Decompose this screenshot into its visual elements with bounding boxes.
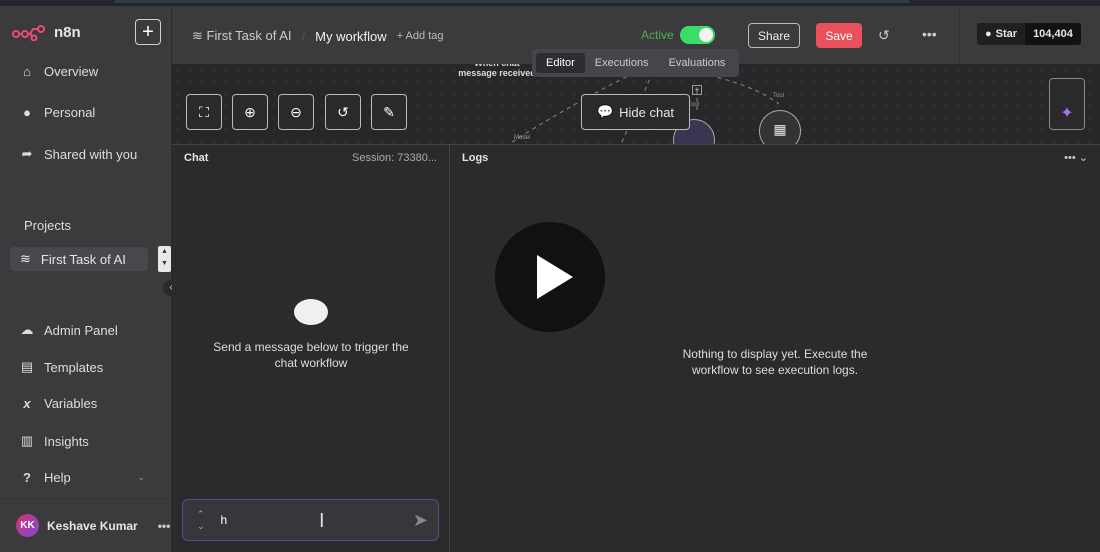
- video-play-icon[interactable]: [495, 222, 605, 332]
- logs-empty-message: Nothing to display yet. Execute the work…: [682, 347, 868, 377]
- sidebar-item-personal[interactable]: ● Personal: [20, 105, 95, 120]
- sidebar-item-templates[interactable]: ▤ Templates: [20, 359, 103, 375]
- create-button[interactable]: +: [135, 19, 161, 45]
- sidebar-item-label: Help: [44, 470, 71, 485]
- workflow-name[interactable]: My workflow: [315, 29, 387, 44]
- avatar: KK: [16, 514, 39, 537]
- more-options-icon[interactable]: •••: [922, 26, 937, 42]
- tool-label: Tool: [773, 93, 785, 99]
- project-link[interactable]: ≋ First Task of AI: [192, 28, 292, 44]
- project-name: First Task of AI: [206, 28, 292, 43]
- logs-title: Logs: [462, 152, 489, 164]
- sidebar-item-label: Templates: [44, 359, 104, 375]
- sidebar-item-label: Overview: [44, 64, 99, 79]
- tab-editor[interactable]: Editor: [536, 53, 585, 73]
- chat-panel: Chat Session: 73380... Send a message bel…: [172, 144, 450, 552]
- layers-icon: ≋: [20, 251, 31, 266]
- scrollbar[interactable]: ▲ ▼: [158, 246, 171, 272]
- fullscreen-icon: ⛶: [199, 103, 209, 120]
- sidebar-item-label: Personal: [44, 105, 96, 120]
- active-label: Active: [641, 28, 674, 42]
- undo-icon: ↺: [337, 103, 349, 120]
- github-icon: ●: [985, 28, 992, 40]
- fit-view-button[interactable]: ⛶: [186, 94, 222, 130]
- more-icon[interactable]: •••: [1064, 152, 1076, 164]
- layers-icon: ≋: [192, 28, 203, 43]
- sidebar-project-item[interactable]: ≋ First Task of AI: [10, 247, 148, 271]
- n8n-logo-icon: [12, 24, 45, 41]
- ai-assistant-button[interactable]: ✦: [1049, 78, 1085, 130]
- tidy-up-button[interactable]: ✎: [371, 94, 407, 130]
- user-icon: ●: [23, 105, 31, 120]
- logs-panel: Logs ••• ⌄ Nothing to display yet. Execu…: [450, 144, 1100, 552]
- view-tabs: Editor Executions Evaluations: [532, 49, 740, 77]
- user-menu[interactable]: KK Keshave Kumar •••: [0, 498, 172, 552]
- sidebar-item-label: Admin Panel: [44, 322, 118, 338]
- github-star-count: 104,404: [1025, 23, 1081, 45]
- zoom-out-icon: ⊖: [290, 103, 302, 120]
- chevron-down-icon: ⌄: [137, 472, 145, 482]
- projects-heading: Projects: [24, 218, 71, 233]
- chart-icon: ▥: [20, 433, 34, 448]
- github-star-button[interactable]: ● Star 104,404: [977, 23, 1081, 45]
- chat-input-value[interactable]: h: [221, 513, 228, 527]
- breadcrumb: ≋ First Task of AI / My workflow + Add t…: [192, 28, 444, 44]
- project-label: First Task of AI: [40, 251, 126, 267]
- help-icon: ?: [23, 470, 31, 485]
- sidebar: n8n + ⌂ Overview ● Personal ➦ Shared with y…: [0, 6, 179, 552]
- calculator-node[interactable]: ▦: [759, 110, 801, 144]
- sidebar-item-label: Variables: [44, 396, 98, 411]
- share-button[interactable]: Share: [748, 23, 800, 48]
- app-name: n8n: [54, 24, 81, 41]
- user-name: Keshave Kumar: [47, 518, 138, 533]
- sidebar-item-admin-panel[interactable]: ☁ Admin Panel: [20, 322, 118, 338]
- save-button[interactable]: Save: [816, 23, 862, 48]
- templates-icon: ▤: [20, 359, 34, 374]
- sidebar-item-shared[interactable]: ➦ Shared with you: [20, 146, 138, 162]
- add-tag-button[interactable]: + Add tag: [397, 30, 444, 42]
- divider: [959, 6, 960, 64]
- chat-empty-state: Send a message below to trigger the chat…: [172, 299, 450, 371]
- text-cursor-icon: I: [319, 510, 325, 532]
- sidebar-item-label: Insights: [44, 433, 89, 449]
- zoom-in-icon: ⊕: [244, 103, 256, 120]
- share-icon: ➦: [21, 146, 33, 161]
- sparkle-icon: ✦: [1060, 105, 1074, 122]
- n8n-logo[interactable]: n8n: [12, 24, 81, 41]
- variables-icon: x: [23, 396, 31, 411]
- tab-evaluations[interactable]: Evaluations: [659, 53, 736, 73]
- tab-executions[interactable]: Executions: [585, 53, 659, 73]
- sidebar-item-label: Shared with you: [44, 146, 138, 162]
- chat-title: Chat: [184, 152, 209, 164]
- history-arrows-icon[interactable]: ⌃ ⌄: [197, 508, 205, 532]
- github-star-label: Star: [995, 28, 1018, 40]
- hide-chat-button[interactable]: 💬 Hide chat: [581, 94, 690, 130]
- zoom-out-button[interactable]: ⊖: [278, 94, 314, 130]
- logs-empty-text: Nothing to display yet. Execute the work…: [450, 346, 1100, 378]
- active-toggle[interactable]: [680, 26, 715, 44]
- add-node-icon[interactable]: +: [692, 85, 702, 95]
- hide-chat-label: Hide chat: [619, 104, 675, 120]
- sidebar-item-help[interactable]: ? Help ⌄: [20, 470, 145, 485]
- home-icon: ⌂: [23, 64, 31, 79]
- sidebar-item-overview[interactable]: ⌂ Overview: [20, 64, 98, 79]
- chat-empty-text: Send a message below to trigger the chat…: [213, 340, 409, 370]
- chat-input[interactable]: ⌃ ⌄ h I ➤: [182, 499, 439, 541]
- sidebar-item-insights[interactable]: ▥ Insights: [20, 433, 89, 449]
- sidebar-item-variables[interactable]: x Variables: [20, 396, 97, 411]
- chat-bubble-icon: [294, 299, 328, 325]
- session-id: Session: 73380...: [351, 152, 437, 164]
- chevron-down-icon[interactable]: ⌄: [1079, 152, 1088, 164]
- model-label: Model: [514, 135, 531, 141]
- calculator-icon: ▦: [773, 121, 787, 137]
- reset-zoom-button[interactable]: ↺: [325, 94, 361, 130]
- trigger-node-label: When chat message received: [458, 64, 536, 78]
- cloud-icon: ☁: [20, 322, 34, 337]
- broom-icon: ✎: [383, 103, 395, 120]
- send-icon[interactable]: ➤: [413, 510, 428, 531]
- chat-icon: 💬: [596, 104, 614, 119]
- more-icon[interactable]: •••: [158, 519, 171, 533]
- history-icon[interactable]: ↺: [878, 27, 890, 44]
- zoom-in-button[interactable]: ⊕: [232, 94, 268, 130]
